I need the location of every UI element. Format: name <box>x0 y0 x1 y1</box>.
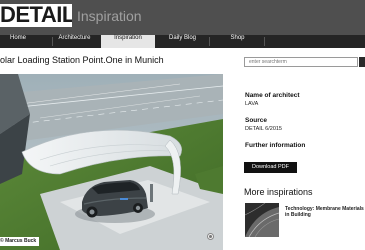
nav-item-inspiration[interactable]: Inspiration <box>101 35 155 48</box>
nav-item-shop[interactable]: Shop <box>212 35 263 48</box>
inspiration-title[interactable]: Technology: Membrane Materials in Buildi… <box>285 206 365 218</box>
search-input[interactable] <box>244 57 358 67</box>
search-button[interactable] <box>359 57 365 67</box>
nav-item-home[interactable]: Home <box>0 35 36 48</box>
architect-value[interactable]: LAVA <box>245 101 258 107</box>
photo-credit: © Marcus Buck <box>0 237 40 246</box>
nav-item-label: Daily Blog <box>168 35 196 41</box>
article-title: olar Loading Station Point.One in Munich <box>0 55 164 65</box>
site-header: DETAIL Inspiration <box>0 0 365 35</box>
main-nav: Home Architecture Inspiration Daily Blog… <box>0 35 365 48</box>
detail-logo[interactable]: DETAIL <box>0 4 72 27</box>
nav-item-label: Shop <box>230 35 245 41</box>
nav-separator <box>209 37 210 46</box>
nav-separator <box>264 37 265 46</box>
nav-item-label: Home <box>9 35 26 41</box>
nav-item-daily-blog[interactable]: Daily Blog <box>158 35 207 48</box>
nav-item-label: Architecture <box>58 35 91 41</box>
logo-subtitle: Inspiration <box>77 8 142 24</box>
source-value: DETAIL 6/2015 <box>245 126 282 132</box>
architect-label: Name of architect <box>245 92 300 99</box>
photo-credit-name: Marcus Buck <box>5 238 37 244</box>
further-info-label: Further information <box>245 142 306 149</box>
slide-indicator-dot <box>209 235 212 238</box>
slide-indicator[interactable] <box>207 233 214 240</box>
nav-item-label: Inspiration <box>114 35 142 41</box>
article-photo[interactable] <box>0 74 223 250</box>
source-label: Source <box>245 117 268 124</box>
more-inspirations-heading: More inspirations <box>244 187 313 197</box>
inspiration-thumbnail[interactable] <box>245 203 279 237</box>
logo-text: DETAIL <box>0 4 72 27</box>
membrane-thumbnail-image <box>245 203 279 237</box>
download-pdf-button[interactable]: Download PDF <box>244 162 297 173</box>
charging-station-illustration <box>0 74 223 250</box>
nav-item-architecture[interactable]: Architecture <box>53 35 96 48</box>
